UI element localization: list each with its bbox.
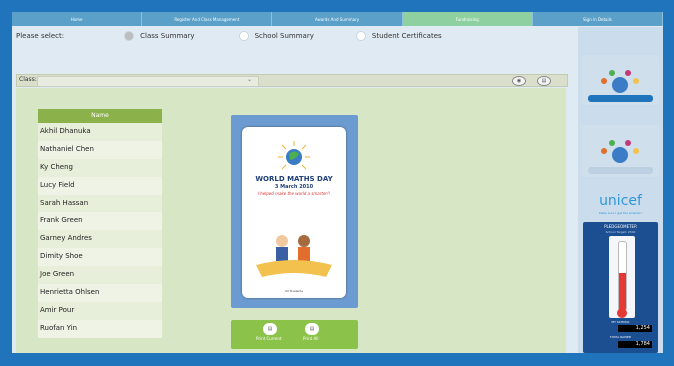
certificate-paper: WORLD MATHS DAY 3 March 2010 I helped ma… [242, 127, 346, 298]
app-window: Home Register And Class Management Award… [12, 12, 663, 353]
list-item[interactable]: Ruofan Yin [38, 319, 162, 338]
list-item[interactable]: Joe Green [38, 266, 162, 285]
list-item[interactable]: Dimity Shoe [38, 248, 162, 267]
view-icon[interactable]: ◉ [512, 76, 526, 86]
list-item[interactable]: Frank Green [38, 212, 162, 231]
list-item[interactable]: Henrietta Ohlsen [38, 284, 162, 302]
print-all-button[interactable]: ▤ [305, 323, 319, 335]
report-select: Please select: Class Summary School Summ… [16, 30, 442, 42]
top-nav: Home Register And Class Management Award… [12, 12, 663, 26]
total-raised-caption: TOTAL RAISED [609, 335, 632, 339]
globe-kids-icon [588, 70, 653, 102]
print-controls: ▤ ▤ Print Current Print All [231, 320, 358, 349]
thermometer-bulb [617, 308, 627, 318]
nav-sign-in-details[interactable]: Sign in Details [533, 12, 663, 26]
list-item[interactable]: Amir Pour [38, 301, 162, 320]
radio-student-certificates[interactable] [355, 31, 366, 41]
class-bar: Class: ⌄ ◉ ▤ [16, 74, 568, 87]
name-list: Name Akhil Dhanuka Nathaniel Chen Ky Che… [38, 109, 162, 338]
pledgeometer-subtitle: School Target: 2500 [605, 230, 636, 234]
list-item[interactable]: Akhil Dhanuka [38, 123, 162, 141]
nav-register-class[interactable]: Register And Class Management [142, 12, 273, 26]
print-current-label: Print Current [256, 336, 282, 341]
list-item[interactable]: Garney Andres [38, 230, 162, 249]
class-summary-label: Class Summary [140, 32, 195, 40]
school-summary-label: School Summary [254, 32, 314, 40]
unicef-logo: unicef [599, 193, 642, 209]
thermometer-tube [618, 241, 627, 311]
chevron-down-icon: ⌄ [246, 76, 252, 83]
my-school-caption: MY SCHOOL [611, 320, 630, 324]
print-current-button[interactable]: ▤ [263, 323, 277, 335]
certificate-title: WORLD MATHS DAY [255, 175, 333, 183]
list-item[interactable]: Sarah Hassan [38, 194, 162, 213]
globe-card-2[interactable] [582, 125, 659, 177]
print-icon[interactable]: ▤ [537, 76, 551, 86]
total-raised-value: 1,784 [618, 341, 652, 348]
kids-illustration [256, 235, 332, 277]
certificate-date: 3 March 2010 [274, 184, 314, 190]
nav-fundraising[interactable]: Fundraising [402, 12, 533, 26]
class-dropdown[interactable]: ⌄ [37, 76, 259, 87]
radio-class-summary[interactable] [124, 31, 135, 41]
certificate-preview: WORLD MATHS DAY 3 March 2010 I helped ma… [231, 115, 358, 308]
globe-kids-icon [588, 140, 653, 174]
list-item[interactable]: Lucy Field [38, 176, 162, 195]
nav-awards-summary[interactable]: Awards And Summary [272, 12, 403, 26]
print-all-label: Print All [303, 336, 319, 341]
nav-home[interactable]: Home [12, 12, 143, 26]
list-item[interactable]: Ky Cheng [38, 158, 162, 177]
certificate-tagline: I helped make the world a smarter!! [257, 191, 331, 196]
name-header: Name [38, 109, 162, 123]
thermometer [609, 236, 635, 318]
class-label: Class: [19, 76, 37, 83]
my-school-value: 1,254 [618, 325, 652, 332]
right-sidebar: unicef Make sure I get the smarter! PLED… [578, 27, 663, 353]
radio-school-summary[interactable] [238, 31, 249, 41]
pledgeometer-title: PLEDGEOMETER [604, 224, 637, 229]
globe-icon [278, 141, 310, 170]
student-certificates-label: Student Certificates [371, 32, 442, 40]
globe-card-1[interactable] [582, 55, 659, 105]
list-item[interactable]: Nathaniel Chen [38, 140, 162, 159]
select-prompt: Please select: [16, 32, 65, 40]
thermometer-fill [619, 272, 626, 310]
certificate-footer: All Students [284, 289, 304, 293]
unicef-tagline: Make sure I get the smarter! [599, 211, 642, 215]
pledgeometer: PLEDGEOMETER School Target: 2500 MY SCHO… [583, 222, 658, 353]
